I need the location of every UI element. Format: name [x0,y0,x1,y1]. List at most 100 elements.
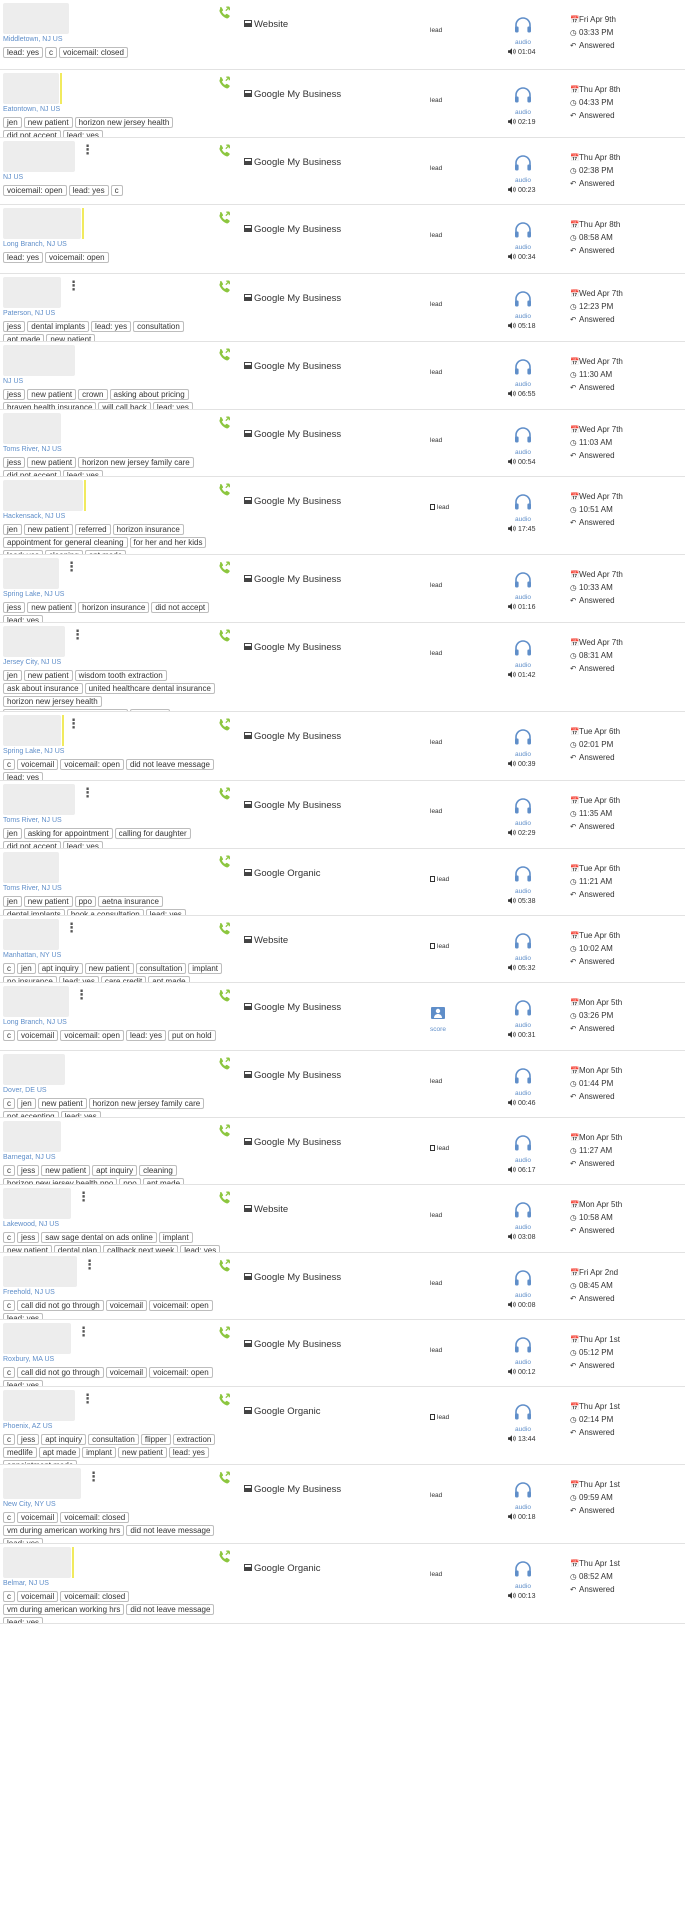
caller-info[interactable] [3,3,228,34]
call-row[interactable]: Toms River, NJ US jess new patient horizon… [0,410,685,477]
call-row[interactable]: Long Branch, NJ US lead: yes voicemail: o… [0,205,685,274]
tag-badge[interactable]: ask about insurance [3,683,83,694]
tag-badge[interactable]: horizon insurance [112,524,184,535]
tag-badge[interactable]: new patient [23,524,73,535]
lead-status[interactable]: lead [430,943,449,950]
caller-info[interactable]: ⋮ [3,277,228,308]
audio-button[interactable]: audio [512,1560,534,1591]
tag-badge[interactable]: did not accept [3,841,61,848]
phone-icon[interactable] [218,787,232,801]
audio-button[interactable]: audio [512,290,534,321]
lead-status[interactable]: lead [430,301,442,308]
call-row[interactable]: ⋮ Manhattan, NY US c jen apt inquiry new pa… [0,916,685,983]
tag-badge[interactable]: new patient [41,1165,91,1176]
lead-status[interactable]: lead [430,27,442,34]
caller-info[interactable] [3,1121,228,1152]
call-row[interactable]: ⋮ Jersey City, NJ US jen new patient wisdo… [0,623,685,712]
caller-info[interactable]: ⋮ [3,141,228,172]
caller-info[interactable]: ⋮ [3,626,228,657]
tag-badge[interactable]: lead: yes [91,321,132,332]
tag-badge[interactable]: did not leave message [126,1525,215,1536]
tag-badge[interactable]: lead: yes [152,402,193,409]
audio-button[interactable]: audio [512,1067,534,1098]
tag-badge[interactable]: lead: yes [60,1111,101,1117]
tag-badge[interactable]: implant [158,1232,193,1243]
tag-badge[interactable]: will call back [98,402,151,409]
score-button[interactable]: score [430,1006,446,1033]
caller-info[interactable]: ⋮ [3,558,228,589]
tag-badge[interactable]: did not leave message [125,759,214,770]
audio-button[interactable]: audio [512,932,534,963]
call-row[interactable]: Hackensack, NJ US jen new patient referred… [0,477,685,555]
phone-icon[interactable] [218,1471,232,1485]
tag-badge[interactable]: jess [17,1165,40,1176]
tag-badge[interactable]: crown [78,389,108,400]
caller-info[interactable]: ⋮ [3,1390,228,1421]
phone-icon[interactable] [218,211,232,225]
caller-info[interactable] [3,1054,228,1085]
tag-badge[interactable]: consultation [88,1434,139,1445]
kebab-icon[interactable]: ⋮ [87,1471,100,1484]
tag-badge[interactable]: c [45,47,58,58]
tag-badge[interactable]: jess [3,457,26,468]
caller-info[interactable]: ⋮ [3,1188,228,1219]
caller-info[interactable]: ⋮ [3,919,228,950]
phone-icon[interactable] [218,1259,232,1273]
audio-button[interactable]: audio [512,86,534,117]
tag-badge[interactable]: horizon insurance [78,602,150,613]
kebab-icon[interactable]: ⋮ [77,1191,90,1204]
tag-badge[interactable]: calling for daughter [114,828,191,839]
audio-button[interactable]: audio [512,221,534,252]
phone-icon[interactable] [218,922,232,936]
call-row[interactable]: ⋮ Freehold, NJ US c call did not go throu… [0,1253,685,1320]
call-row[interactable]: NJ US jess new patient crown asking about p… [0,342,685,410]
tag-badge[interactable]: apt made [142,1178,185,1184]
phone-icon[interactable] [218,855,232,869]
kebab-icon[interactable]: ⋮ [75,989,88,1002]
caller-info[interactable]: ⋮ [3,784,228,815]
phone-icon[interactable] [218,144,232,158]
call-row[interactable]: ⋮ Phoenix, AZ US c jess apt inquiry consult… [0,1387,685,1465]
call-row[interactable]: ⋮ Lakewood, NJ US c jess saw sage dental o… [0,1185,685,1253]
caller-info[interactable] [3,1547,228,1578]
tag-badge[interactable]: new patient [27,602,77,613]
audio-button[interactable]: audio [512,154,534,185]
phone-icon[interactable] [218,989,232,1003]
audio-button[interactable]: audio [512,1481,534,1512]
tag-badge[interactable]: lead: yes [62,470,103,476]
kebab-icon[interactable]: ⋮ [65,922,78,935]
tag-badge[interactable]: ppo [119,1178,141,1184]
tag-badge[interactable]: referred [74,524,111,535]
tag-badge[interactable]: put on hold [167,1030,216,1041]
audio-button[interactable]: audio [512,1336,534,1367]
tag-badge[interactable]: c [3,1367,15,1378]
tag-badge[interactable]: apt made [148,976,190,982]
tag-badge[interactable]: extraction [172,1434,216,1445]
phone-icon[interactable] [218,718,232,732]
tag-badge[interactable]: c [3,1300,15,1311]
tag-badge[interactable]: lead: yes [3,1617,44,1623]
audio-button[interactable]: audio [512,1403,534,1434]
tag-badge[interactable]: jen [17,963,36,974]
lead-status[interactable]: lead [430,1212,442,1219]
tag-badge[interactable]: dental plan [53,1245,102,1252]
call-row[interactable]: Toms River, NJ US jen new patient ppo aetna… [0,849,685,916]
kebab-icon[interactable]: ⋮ [67,718,80,731]
tag-badge[interactable]: apt made [3,334,45,341]
tag-badge[interactable]: apt inquiry [37,963,83,974]
caller-info[interactable] [3,208,228,239]
kebab-icon[interactable]: ⋮ [83,1259,96,1272]
phone-icon[interactable] [218,76,232,90]
lead-status[interactable]: lead [430,808,442,815]
audio-button[interactable]: audio [512,493,534,524]
tag-badge[interactable]: voicemail: open [60,1030,124,1041]
phone-icon[interactable] [218,1191,232,1205]
call-row[interactable]: ⋮ Toms River, NJ US jen asking for appoin… [0,781,685,849]
lead-status[interactable]: lead [430,1078,442,1085]
lead-status[interactable]: lead [430,1145,449,1152]
tag-badge[interactable]: flipper [140,1434,171,1445]
tag-badge[interactable]: c [3,1512,15,1523]
audio-button[interactable]: audio [512,1201,534,1232]
call-row[interactable]: Belmar, NJ US c voicemail voicemail: close… [0,1544,685,1624]
lead-status[interactable]: lead [430,1571,442,1578]
